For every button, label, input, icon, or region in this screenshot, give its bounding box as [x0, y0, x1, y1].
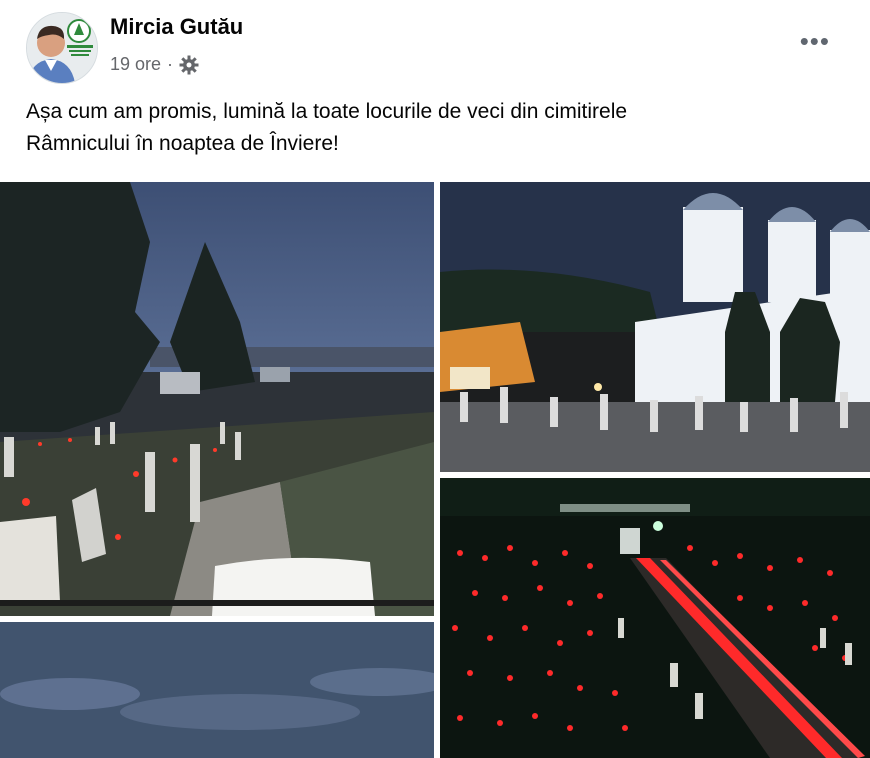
photo-church-night[interactable]	[440, 182, 870, 472]
post-time[interactable]: 19 ore	[110, 54, 161, 75]
post-text: Așa cum am promis, lumină la toate locur…	[26, 96, 826, 160]
post-text-line-1: Așa cum am promis, lumină la toate locur…	[26, 100, 628, 123]
post-meta: 19 ore ·	[110, 54, 199, 75]
more-options-icon[interactable]: •••	[800, 26, 830, 57]
photo-cemetery-candles[interactable]	[440, 478, 870, 758]
gear-icon[interactable]	[179, 55, 199, 75]
meta-separator: ·	[167, 54, 174, 74]
author-avatar[interactable]	[26, 12, 98, 84]
post-text-line-2: Râmnicului în noaptea de Înviere!	[26, 132, 339, 155]
photo-sky[interactable]	[0, 622, 434, 758]
post-header: Mircia Gutău 19 ore · •••	[0, 0, 870, 92]
photo-cemetery-dusk[interactable]	[0, 182, 434, 616]
author-name[interactable]: Mircia Gutău	[110, 14, 243, 40]
photo-grid	[0, 182, 870, 758]
avatar-image	[27, 13, 97, 83]
